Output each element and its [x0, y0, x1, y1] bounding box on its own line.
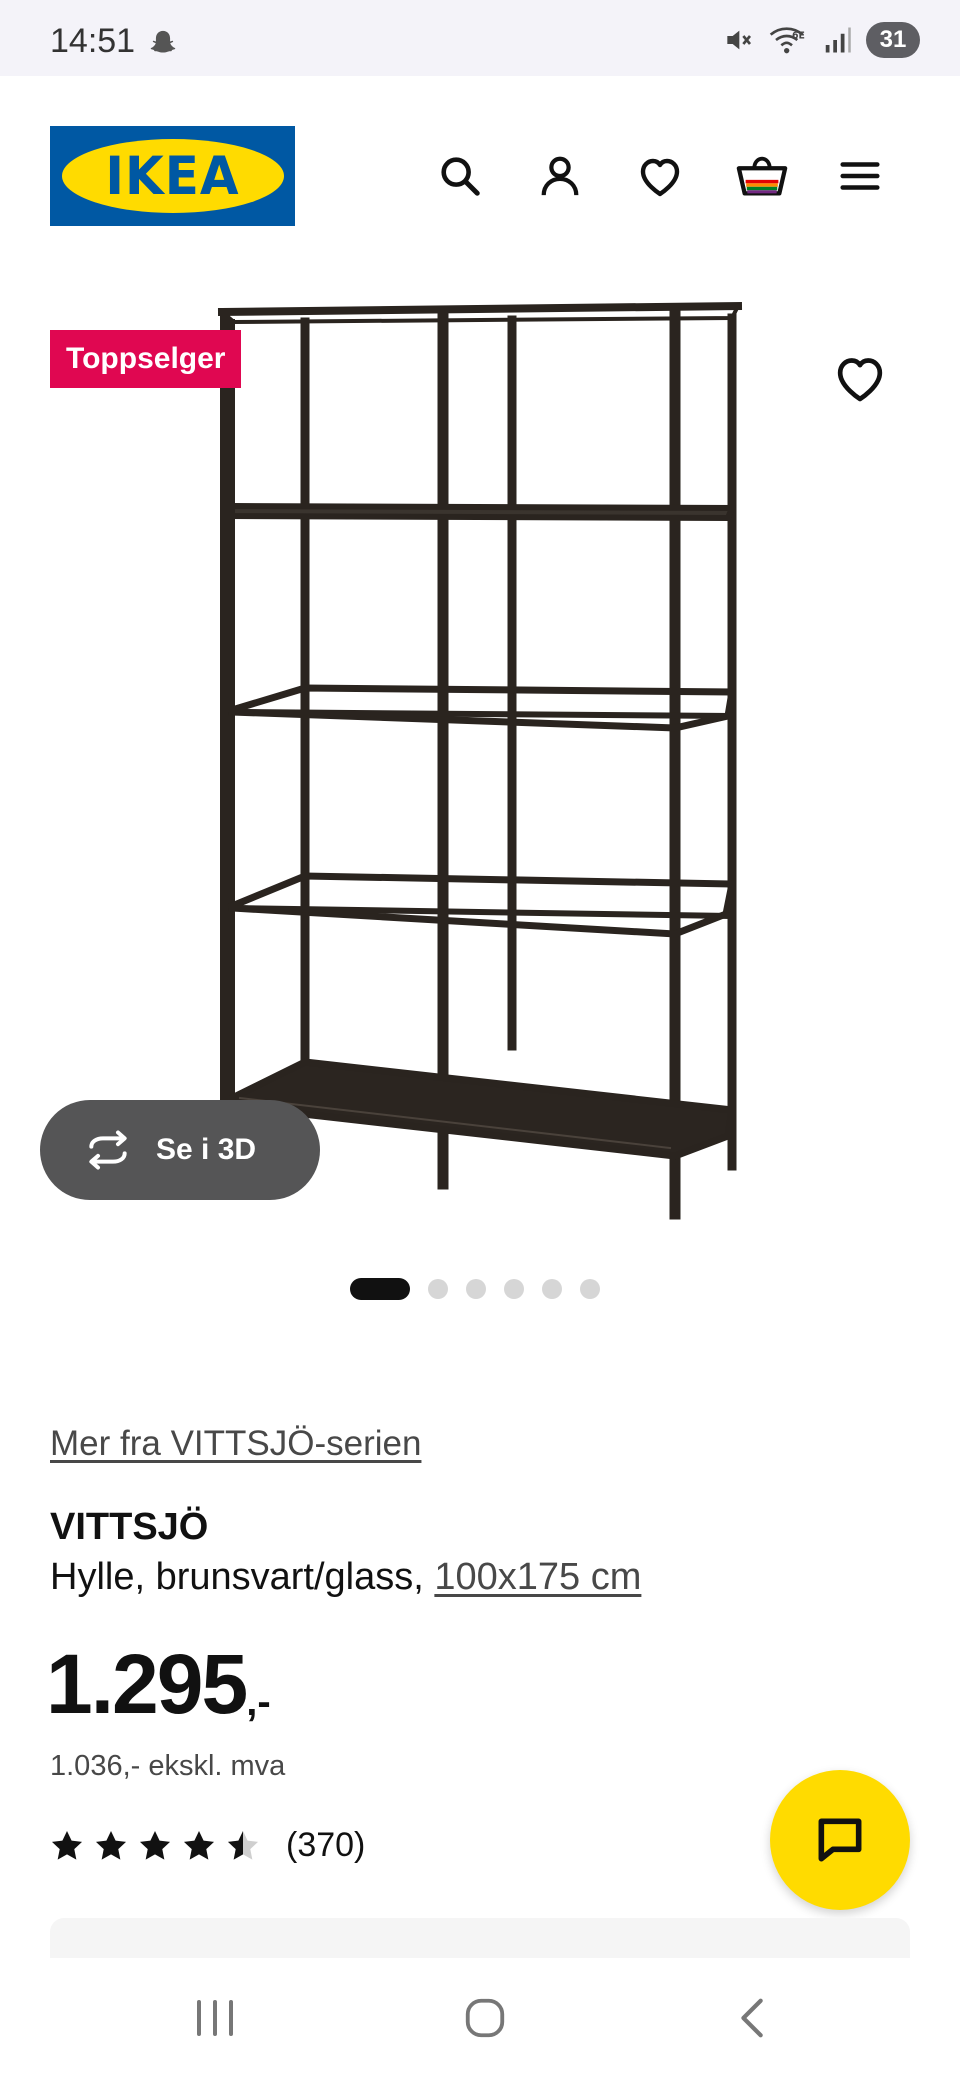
site-header: IKEA: [0, 76, 960, 276]
menu-icon: [840, 162, 880, 190]
svg-text:6E: 6E: [792, 31, 805, 42]
status-bar: 14:51 6E 31: [0, 0, 960, 76]
star-icon: [183, 1830, 215, 1860]
signal-icon: [825, 27, 851, 53]
system-nav-bar: [0, 1958, 960, 2080]
status-time: 14:51: [50, 22, 136, 60]
ikea-logo[interactable]: IKEA: [50, 126, 295, 226]
product-image[interactable]: [0, 276, 960, 1236]
account-button[interactable]: [532, 148, 588, 204]
chat-button[interactable]: [770, 1770, 910, 1910]
rotate-3d-icon: [89, 1130, 127, 1170]
carousel-indicator: [350, 1278, 600, 1300]
chat-icon: [818, 1818, 862, 1862]
wifi-6e-icon: 6E: [769, 27, 805, 54]
view-in-3d-button[interactable]: Se i 3D: [40, 1100, 320, 1200]
rating-count: (370): [286, 1826, 366, 1864]
recent-apps-button[interactable]: [180, 1988, 250, 2048]
price-value: 1.295: [46, 1637, 248, 1731]
favourites-button[interactable]: [632, 148, 688, 204]
image-favourite-button[interactable]: [832, 350, 888, 406]
next-section-card: [50, 1918, 910, 1958]
back-button[interactable]: [718, 1988, 788, 2048]
cart-button[interactable]: [732, 148, 792, 204]
mute-icon: [727, 30, 752, 50]
product-name: VITTSJÖ: [50, 1506, 209, 1548]
series-link[interactable]: Mer fra VITTSJÖ-serien: [50, 1424, 421, 1464]
star-icon: [139, 1830, 171, 1860]
price-suffix: ,-: [246, 1680, 271, 1724]
heart-icon: [837, 358, 883, 402]
home-icon: [465, 1998, 505, 2038]
rating[interactable]: (370): [48, 1826, 365, 1865]
status-icons: 6E 31: [722, 22, 920, 58]
star-icon: [95, 1830, 127, 1860]
top-seller-badge: Toppselger: [50, 330, 242, 388]
home-button[interactable]: [450, 1988, 520, 2048]
search-icon: [441, 157, 480, 196]
back-icon: [741, 1998, 763, 2038]
menu-button[interactable]: [832, 148, 888, 204]
carousel-dot[interactable]: [542, 1279, 562, 1299]
carousel-dot[interactable]: [428, 1279, 448, 1299]
logo-text: IKEA: [105, 145, 240, 207]
product-description: Hylle, brunsvart/glass, 100x175 cm: [50, 1556, 641, 1599]
price: 1.295 ,-: [46, 1642, 271, 1726]
product-type: Hylle, brunsvart/glass,: [50, 1556, 435, 1598]
search-button[interactable]: [432, 148, 488, 204]
battery-indicator: 31: [866, 22, 920, 58]
shopping-bag-icon: [736, 156, 788, 196]
heart-icon: [640, 158, 680, 197]
view-in-3d-label: Se i 3D: [156, 1133, 257, 1166]
logo-oval: IKEA: [61, 139, 284, 213]
carousel-dot[interactable]: [504, 1279, 524, 1299]
shelf-illustration: [217, 301, 743, 1220]
carousel-dot[interactable]: [580, 1279, 600, 1299]
half-star-icon: [227, 1830, 259, 1860]
price-excl-vat: 1.036,- ekskl. mva: [50, 1750, 286, 1782]
user-icon: [541, 156, 579, 196]
dimensions-link[interactable]: 100x175 cm: [434, 1556, 641, 1598]
star-icon: [51, 1830, 83, 1860]
recent-apps-icon: [197, 2000, 233, 2036]
carousel-dot[interactable]: [466, 1279, 486, 1299]
snapchat-ghost-icon: [150, 30, 176, 53]
carousel-dot[interactable]: [350, 1278, 410, 1300]
